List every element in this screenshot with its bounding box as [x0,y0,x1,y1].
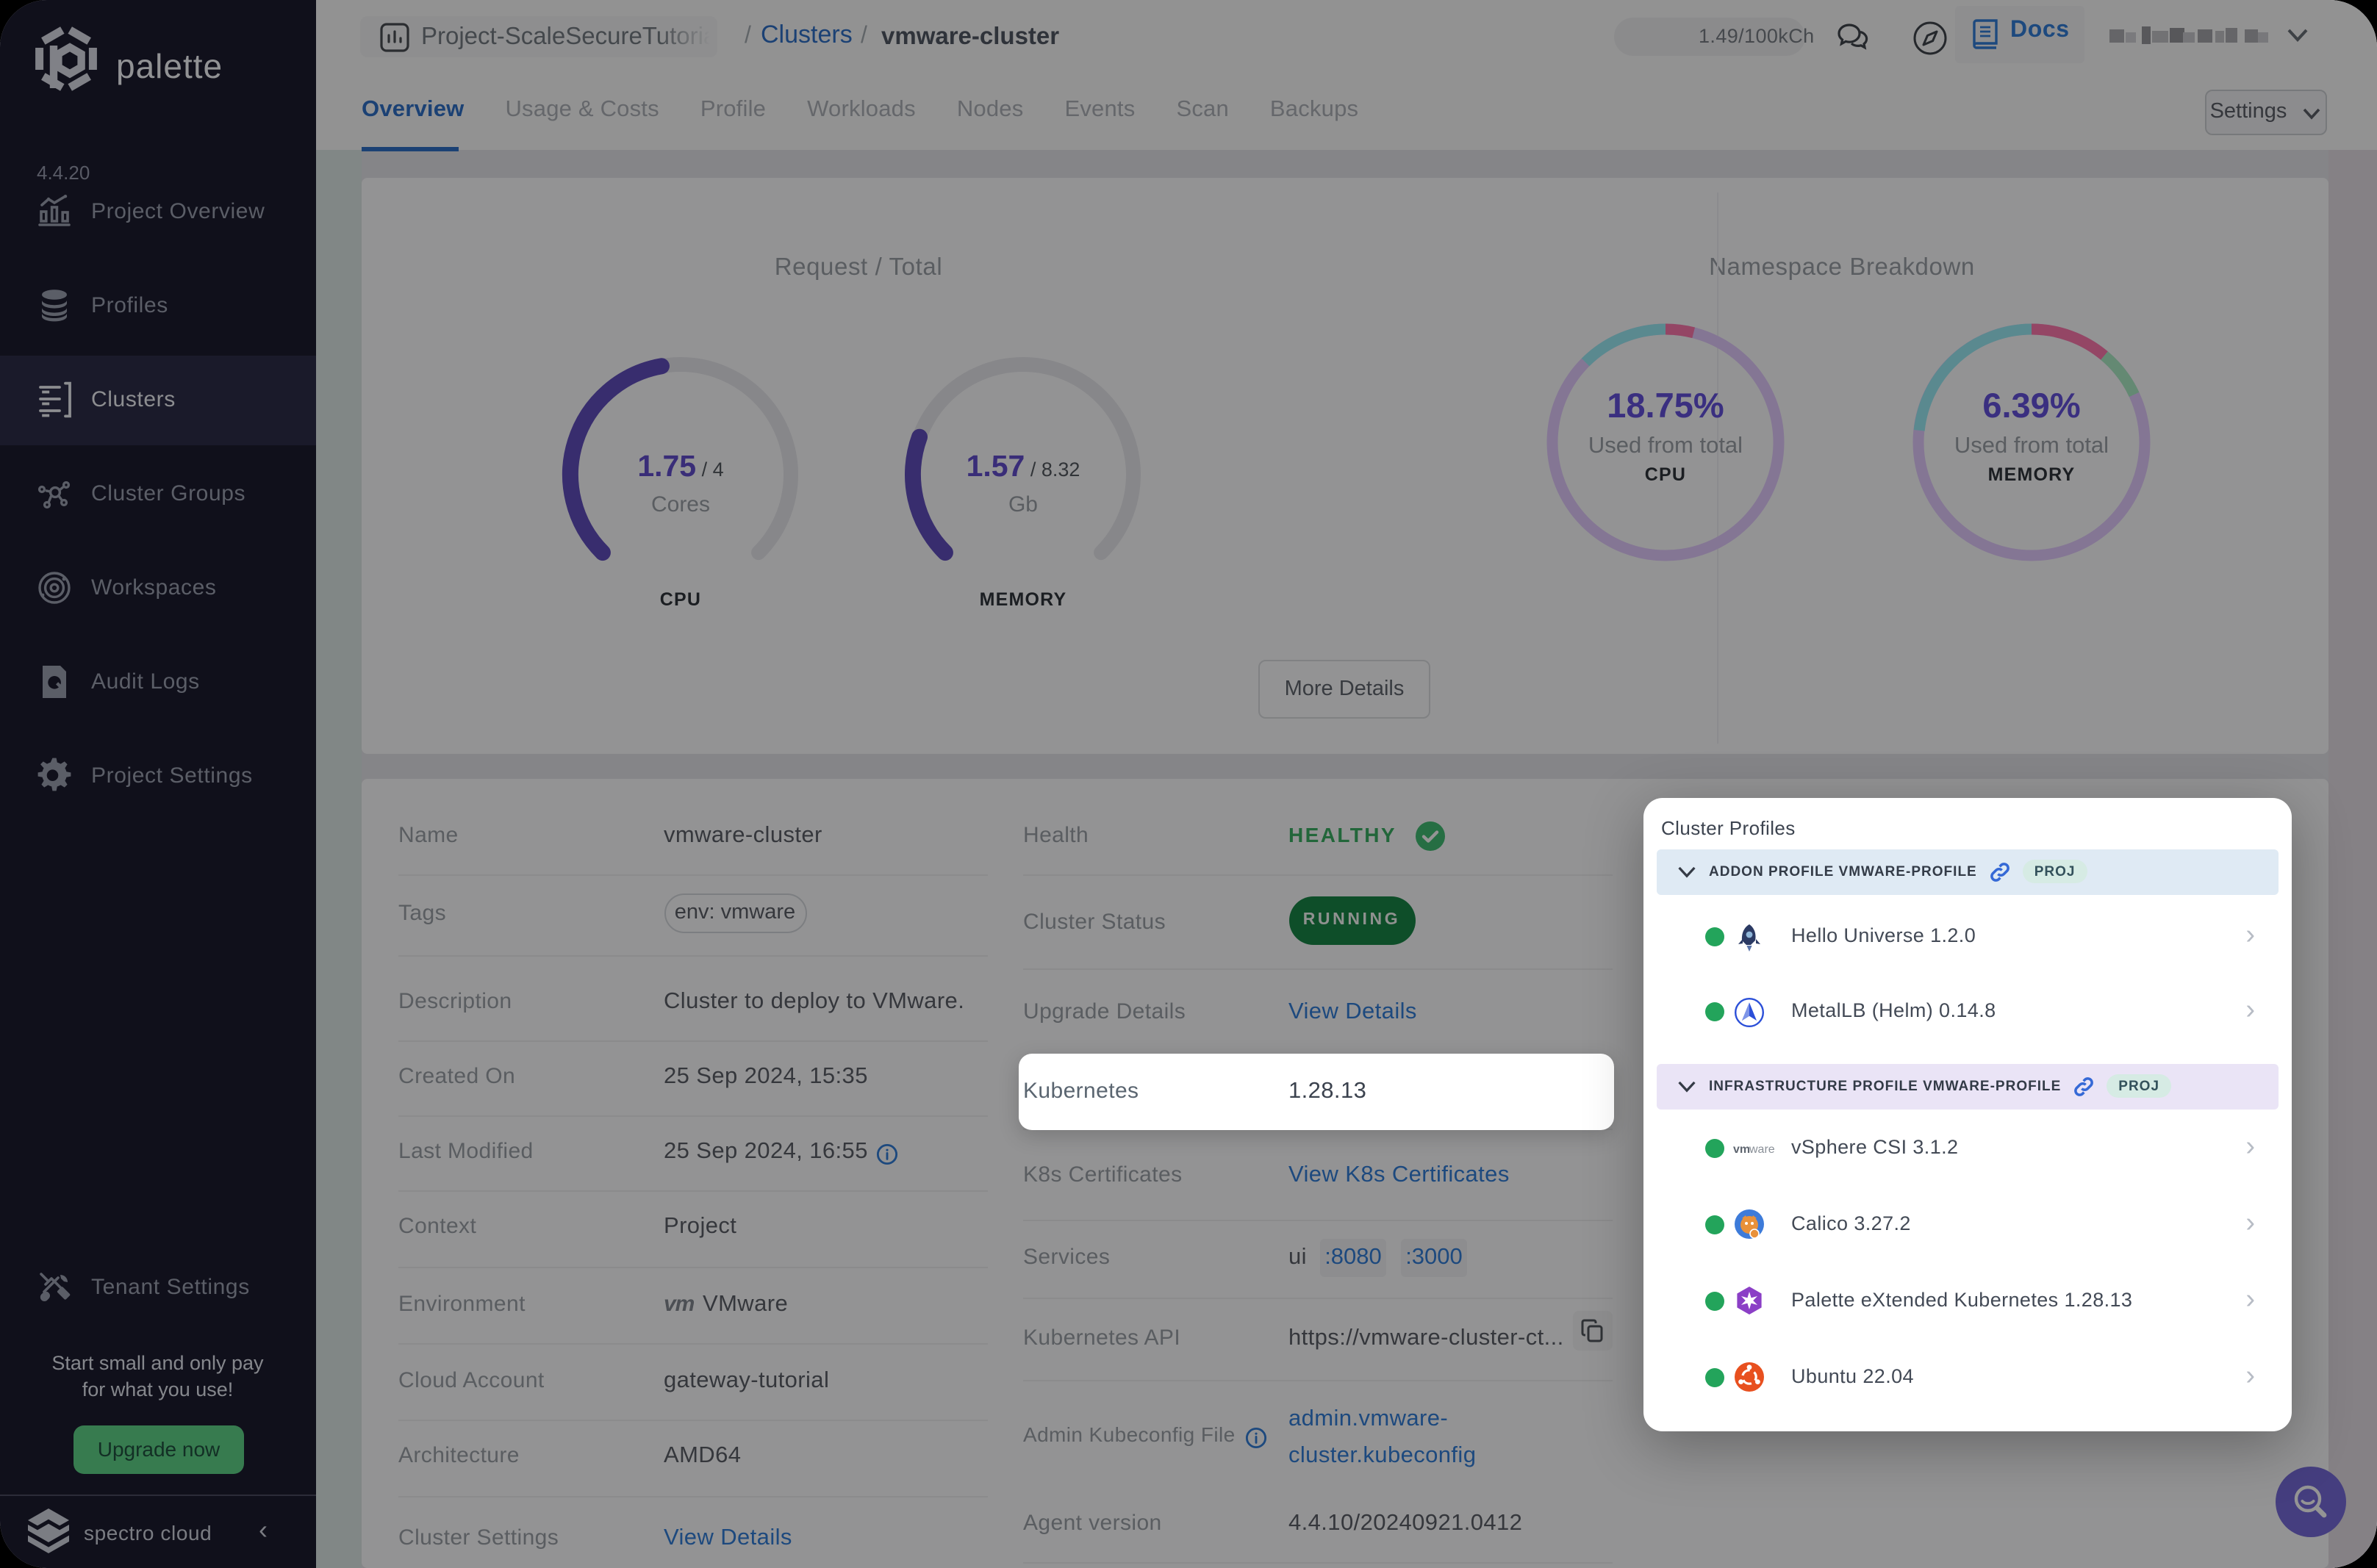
svg-text:ware: ware [1748,1143,1774,1156]
svg-text:vm: vm [1732,1143,1749,1156]
